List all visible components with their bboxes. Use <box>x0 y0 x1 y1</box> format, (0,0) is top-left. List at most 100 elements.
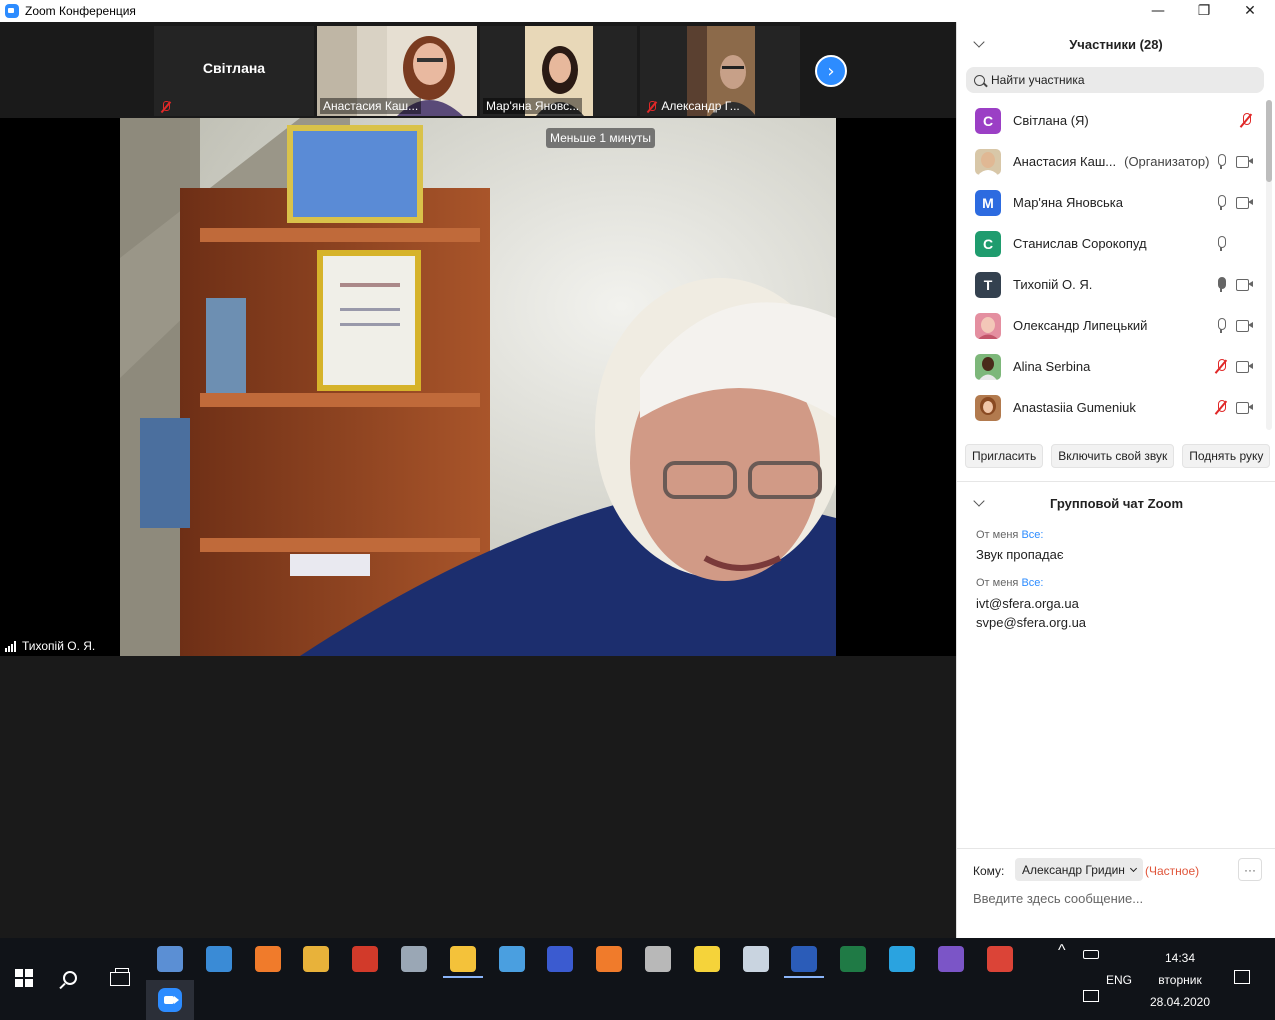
notifications-icon[interactable] <box>1234 970 1250 984</box>
participant-search-input[interactable] <box>991 73 1251 87</box>
participant-name: Олександр Липецький <box>1013 318 1148 333</box>
participant-row[interactable]: Alina Serbina <box>957 346 1267 387</box>
speaker-video-feed <box>120 118 836 656</box>
chat-title: Групповой чат Zoom <box>1049 495 1184 511</box>
message-sender: От меня <box>976 577 1019 589</box>
video-camera-icon <box>1236 361 1253 373</box>
participant-name: Alina Serbina <box>1013 359 1091 374</box>
collapse-chevron-icon[interactable] <box>973 495 985 507</box>
chrome-icon[interactable] <box>987 946 1013 972</box>
avatar: М <box>975 189 1001 216</box>
participants-title: Участники (28) <box>1069 36 1163 52</box>
paint-app-icon[interactable] <box>743 946 769 972</box>
next-page-button[interactable]: › <box>815 55 847 87</box>
participant-actions: Пригласить Включить свой звук Поднять ру… <box>965 444 1271 468</box>
chat-message-text: svpe@sfera.org.ua <box>976 615 1087 630</box>
raise-hand-button[interactable]: Поднять руку <box>1182 444 1271 468</box>
save-disk-icon[interactable] <box>547 946 573 972</box>
participant-row[interactable]: Anastasiia Gumeniuk <box>957 387 1267 428</box>
recipient-name: Александр Гридин <box>1022 862 1125 877</box>
participant-row[interactable]: М Мар'яна Яновська <box>957 182 1267 223</box>
zoom-taskbar-icon[interactable] <box>146 980 194 1020</box>
main-stage: Меньше 1 минуты Тихопій О. Я. <box>0 118 956 938</box>
contacts-app-icon[interactable] <box>303 946 329 972</box>
video-camera-icon <box>1236 156 1253 168</box>
lightning-app-icon[interactable] <box>694 946 720 972</box>
participant-row[interactable]: С Станислав Сорокопуд <box>957 223 1267 264</box>
clock-date[interactable]: 28.04.2020 <box>1148 995 1212 1009</box>
tile-name: Александр Г... <box>643 98 743 114</box>
tray-chevron-icon[interactable]: ^ <box>1058 942 1066 960</box>
search-icon[interactable] <box>63 971 77 985</box>
participants-scrollbar[interactable] <box>1266 100 1272 430</box>
participant-name: Анастасия Каш... <box>1013 154 1117 169</box>
chevron-down-icon <box>1129 864 1137 872</box>
camera-app-icon[interactable] <box>255 946 281 972</box>
more-options-button[interactable]: ··· <box>1238 858 1262 881</box>
running-app-indicator <box>443 976 483 978</box>
task-view-icon[interactable] <box>110 968 130 986</box>
participant-role: (Организатор) <box>1124 154 1210 169</box>
maximize-button[interactable]: ❐ <box>1181 0 1227 22</box>
excel-icon[interactable] <box>840 946 866 972</box>
word-icon[interactable] <box>791 946 817 972</box>
participant-row[interactable]: Т Тихопій О. Я. <box>957 264 1267 305</box>
chat-compose: Кому: Александр Гридин (Частное) ··· <box>957 848 1275 938</box>
invite-button[interactable]: Пригласить <box>965 444 1044 468</box>
avatar-photo <box>975 353 1001 380</box>
scrollbar-thumb[interactable] <box>1266 100 1272 182</box>
camera-app-2-icon[interactable] <box>596 946 622 972</box>
participant-row[interactable]: С Світлана (Я) <box>957 100 1267 141</box>
avatar: С <box>975 230 1001 257</box>
video-camera-icon <box>1236 279 1253 291</box>
file-explorer-icon[interactable] <box>450 946 476 972</box>
collapse-chevron-icon[interactable] <box>973 36 985 48</box>
image-viewer-icon[interactable] <box>401 946 427 972</box>
mic-muted-icon <box>160 100 172 113</box>
mic-muted-icon <box>646 100 658 113</box>
recipient-label: Кому: <box>973 864 1005 878</box>
active-speaker-video[interactable]: Меньше 1 минуты <box>120 118 836 656</box>
battery-icon[interactable] <box>1083 950 1099 959</box>
close-button[interactable]: ✕ <box>1227 0 1273 22</box>
private-label: (Частное) <box>1145 864 1200 878</box>
message-recipient[interactable]: Все: <box>1021 529 1043 541</box>
chat-message-input[interactable] <box>973 891 1263 906</box>
usb-tool-icon[interactable] <box>645 946 671 972</box>
message-sender: От меня <box>976 529 1019 541</box>
telegram-icon[interactable] <box>889 946 915 972</box>
clock-time[interactable]: 14:34 <box>1150 951 1210 965</box>
calculator-icon[interactable] <box>157 946 183 972</box>
message-recipient[interactable]: Все: <box>1021 577 1043 589</box>
chat-message-text: Звук пропадає <box>976 547 1064 562</box>
network-icon[interactable] <box>1083 990 1099 1002</box>
language-indicator[interactable]: ENG <box>1106 973 1132 987</box>
network-globe-icon[interactable] <box>206 946 232 972</box>
search-icon <box>974 74 985 86</box>
control-panel-icon[interactable] <box>499 946 525 972</box>
tile-name: Анастасия Каш... <box>320 98 422 114</box>
unmute-self-button[interactable]: Включить свой звук <box>1051 444 1175 468</box>
video-camera-icon <box>1236 402 1253 414</box>
viber-icon[interactable] <box>938 946 964 972</box>
windows-start-icon[interactable] <box>15 969 33 987</box>
video-tile-svitlana[interactable]: Світлана <box>154 26 314 116</box>
title-bar: Zoom Конференция — ❐ ✕ <box>0 0 1275 22</box>
clock-day[interactable]: вторник <box>1150 973 1210 987</box>
avatar: Т <box>975 271 1001 298</box>
meeting-timer: Меньше 1 минуты <box>546 128 656 148</box>
window-title: Zoom Конференция <box>25 4 136 18</box>
participant-search[interactable] <box>966 67 1264 93</box>
minimize-button[interactable]: — <box>1135 0 1181 22</box>
video-camera-icon <box>1236 320 1253 332</box>
video-tile-maryana[interactable]: Мар'яна Яновс... <box>480 26 637 116</box>
avatar-photo <box>975 394 1001 421</box>
panel-divider <box>957 481 1275 482</box>
video-tile-alexandr[interactable]: Александр Г... <box>640 26 800 116</box>
pdf-viewer-icon[interactable] <box>352 946 378 972</box>
video-tile-anastasia[interactable]: Анастасия Каш... <box>317 26 477 116</box>
participant-row[interactable]: Анастасия Каш... (Организатор) <box>957 141 1267 182</box>
participant-row[interactable]: Олександр Липецький <box>957 305 1267 346</box>
mic-muted-icon <box>1239 113 1253 128</box>
recipient-dropdown[interactable]: Александр Гридин <box>1015 858 1143 881</box>
